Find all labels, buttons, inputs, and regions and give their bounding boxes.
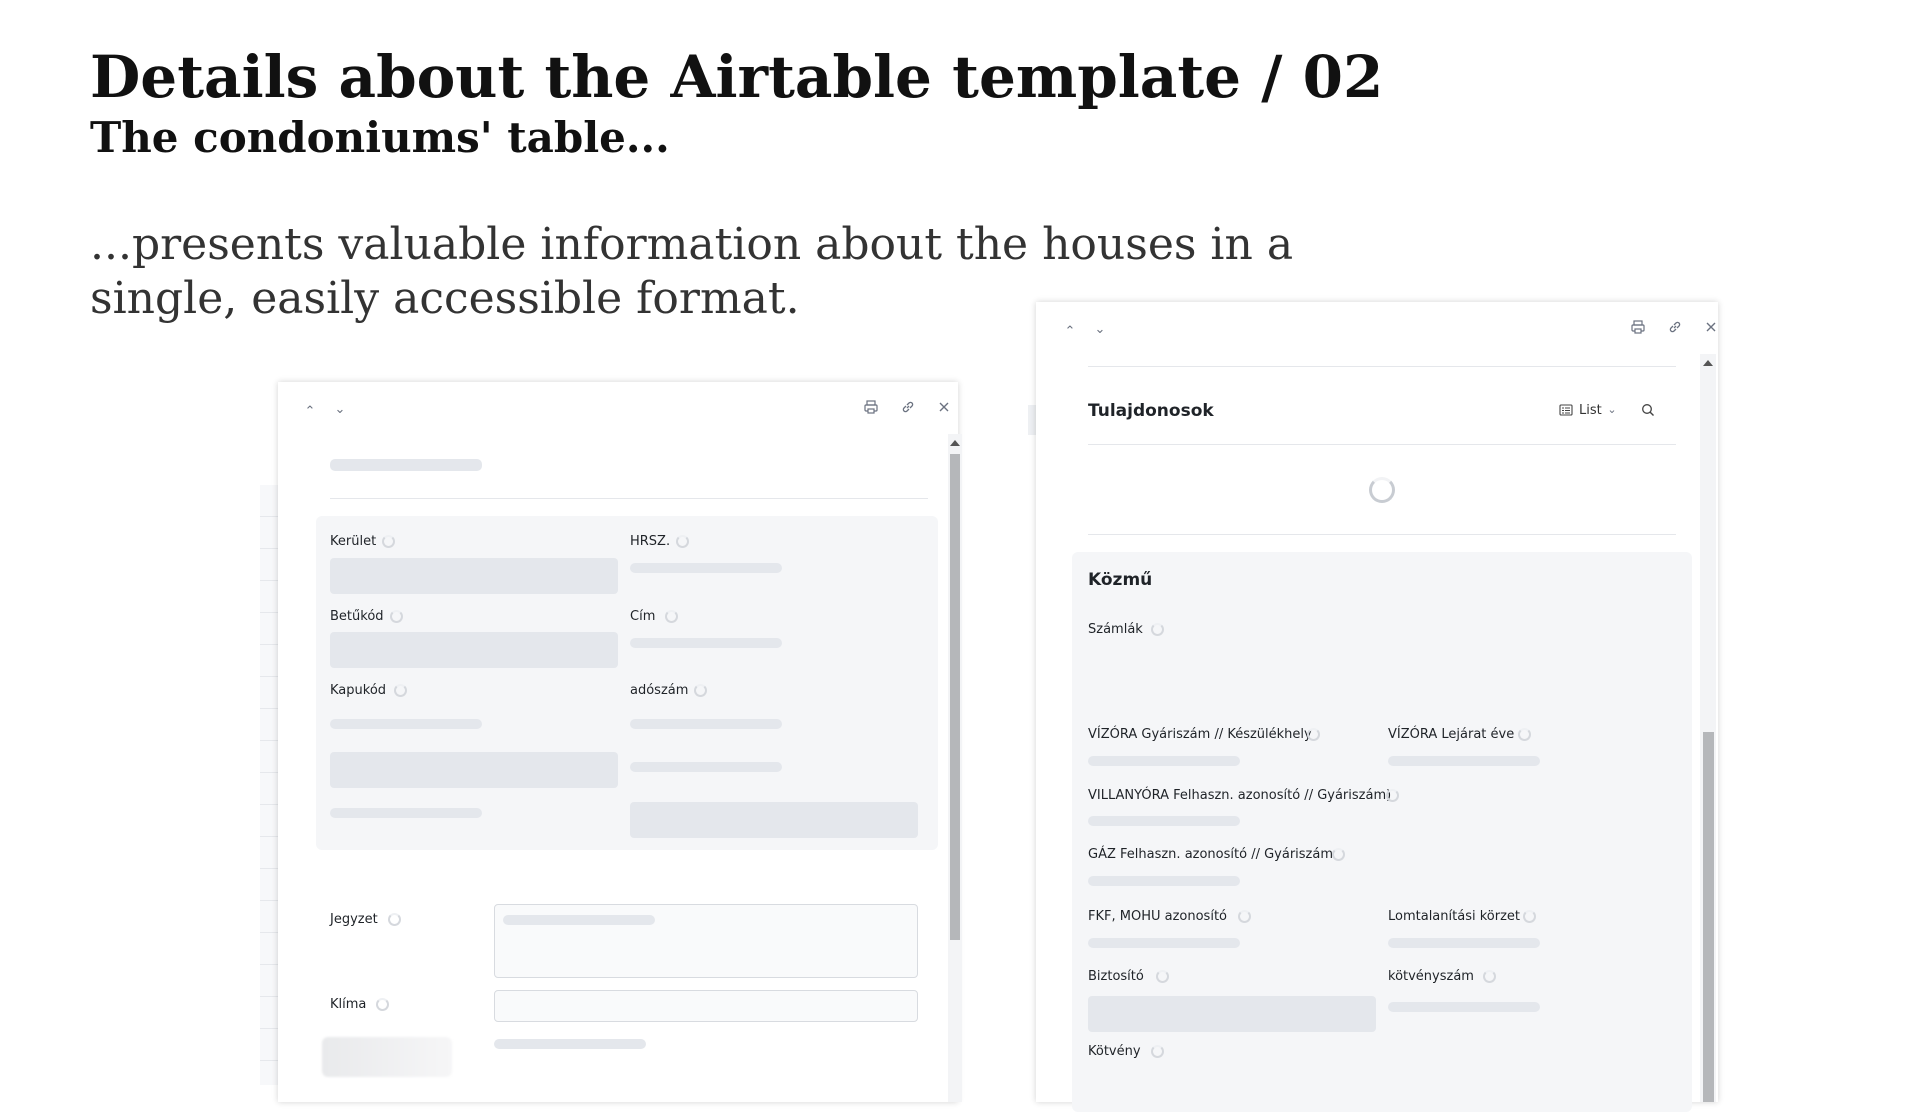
print-icon[interactable] (863, 400, 879, 416)
loading-spinner-icon (1156, 970, 1169, 983)
field-value-placeholder[interactable] (330, 752, 618, 788)
field-label-kotvenyszam: kötvényszám (1388, 969, 1474, 984)
field-label-biztosito: Biztosító (1088, 969, 1144, 984)
loading-spinner-icon (382, 535, 395, 548)
record-title-placeholder (330, 459, 482, 471)
loading-spinner-icon (1307, 728, 1320, 741)
field-value-placeholder (330, 719, 482, 729)
field-value-placeholder (1388, 756, 1540, 766)
divider (1088, 534, 1676, 535)
loading-spinner-icon (394, 684, 407, 697)
field-label-hrsz: HRSZ. (630, 534, 671, 549)
close-icon[interactable] (1703, 320, 1719, 336)
field-value-placeholder[interactable] (330, 558, 618, 594)
field-value-placeholder (1388, 938, 1540, 948)
loading-spinner-icon (676, 535, 689, 548)
field-value-placeholder[interactable] (1088, 996, 1376, 1032)
loading-spinner-icon (388, 913, 401, 926)
loading-spinner-icon (1332, 848, 1345, 861)
loading-spinner-icon (1518, 728, 1531, 741)
field-value-placeholder (1088, 756, 1240, 766)
record-detail-dialog-right: ⌃ ⌄ Tulajdonosok List ⌄ Közmű Számlák VÍ… (1036, 302, 1718, 1112)
divider (1088, 366, 1676, 367)
linked-section-title: Tulajdonosok (1088, 401, 1214, 421)
divider (1088, 444, 1676, 445)
field-value-placeholder (630, 719, 782, 729)
chevron-down-icon[interactable]: ⌄ (332, 402, 348, 418)
field-label-cim: Cím (630, 609, 656, 624)
field-label-szamlak: Számlák (1088, 622, 1143, 637)
record-detail-dialog-left: ⌃ ⌄ Kerület HRSZ. Betűkód Cím Kapukód ad… (278, 382, 962, 1102)
chevron-up-icon[interactable]: ⌃ (302, 404, 318, 420)
loading-spinner-icon (1151, 1045, 1164, 1058)
field-label-fkf: FKF, MOHU azonosító (1088, 909, 1227, 924)
dialog-toolbar: ⌃ ⌄ (1036, 302, 1718, 346)
field-label-lomtalanitasi: Lomtalanítási körzet (1388, 909, 1520, 924)
close-icon[interactable] (936, 400, 952, 416)
field-label-vizora-gyariszam: VÍZÓRA Gyáriszám // Készülékhely (1088, 727, 1312, 742)
loading-spinner-icon (1369, 477, 1395, 503)
field-label-kotveny: Kötvény (1088, 1044, 1141, 1059)
background-table-cell (1028, 405, 1036, 435)
field-label-adoszam: adószám (630, 683, 689, 698)
chevron-down-icon[interactable]: ⌄ (1092, 322, 1108, 338)
scroll-up-arrow[interactable] (1703, 360, 1713, 366)
field-value-placeholder (1088, 938, 1240, 948)
field-value-placeholder (330, 808, 482, 818)
field-label-vizora-lejarat: VÍZÓRA Lejárat éve (1388, 727, 1515, 742)
field-value-placeholder (630, 762, 782, 772)
field-label-klima: Klíma (330, 997, 367, 1012)
blurred-field-label (322, 1037, 452, 1077)
link-icon[interactable] (900, 400, 916, 416)
field-value-placeholder (503, 915, 655, 925)
search-icon[interactable] (1640, 403, 1656, 419)
chevron-down-icon[interactable]: ⌄ (1604, 402, 1620, 418)
field-label-gaz: GÁZ Felhaszn. azonosító // Gyáriszám (1088, 847, 1334, 862)
slide-subtitle: The condoniums' table... (90, 113, 670, 162)
loading-spinner-icon (376, 998, 389, 1011)
field-label-jegyzet: Jegyzet (330, 912, 378, 927)
loading-spinner-icon (1151, 623, 1164, 636)
field-value-placeholder (1388, 1002, 1540, 1012)
field-value-placeholder[interactable] (630, 802, 918, 838)
loading-spinner-icon (390, 610, 403, 623)
loading-spinner-icon (1238, 910, 1251, 923)
link-icon[interactable] (1667, 320, 1683, 336)
field-value-placeholder (630, 638, 782, 648)
list-icon[interactable] (1558, 403, 1574, 419)
loading-spinner-icon (665, 610, 678, 623)
dialog-toolbar: ⌃ ⌄ (278, 382, 958, 426)
slide-title: Details about the Airtable template / 02 (90, 43, 1384, 111)
field-value-placeholder (1088, 816, 1240, 826)
section-title-kozmu: Közmű (1088, 570, 1153, 590)
loading-spinner-icon (694, 684, 707, 697)
scroll-up-arrow[interactable] (950, 440, 960, 446)
field-value-placeholder (494, 1039, 646, 1049)
scrollbar-thumb[interactable] (1703, 732, 1714, 1102)
background-table-rows (260, 485, 280, 1085)
field-label-villanyora: VILLANYÓRA Felhaszn. azonosító // Gyáris… (1088, 788, 1392, 803)
field-label-kapukod: Kapukód (330, 683, 387, 698)
loading-spinner-icon (1523, 910, 1536, 923)
chevron-up-icon[interactable]: ⌃ (1062, 324, 1078, 340)
field-label-betukod: Betűkód (330, 609, 384, 624)
klima-input[interactable] (494, 990, 918, 1022)
field-label-kerulet: Kerület (330, 534, 377, 549)
field-value-placeholder (1088, 876, 1240, 886)
view-selector[interactable]: List (1579, 403, 1602, 418)
print-icon[interactable] (1630, 320, 1646, 336)
scrollbar-thumb[interactable] (950, 454, 960, 940)
loading-spinner-icon (1483, 970, 1496, 983)
field-value-placeholder[interactable] (330, 632, 618, 668)
field-value-placeholder (630, 563, 782, 573)
loading-spinner-icon (1386, 789, 1399, 802)
divider (330, 498, 928, 499)
